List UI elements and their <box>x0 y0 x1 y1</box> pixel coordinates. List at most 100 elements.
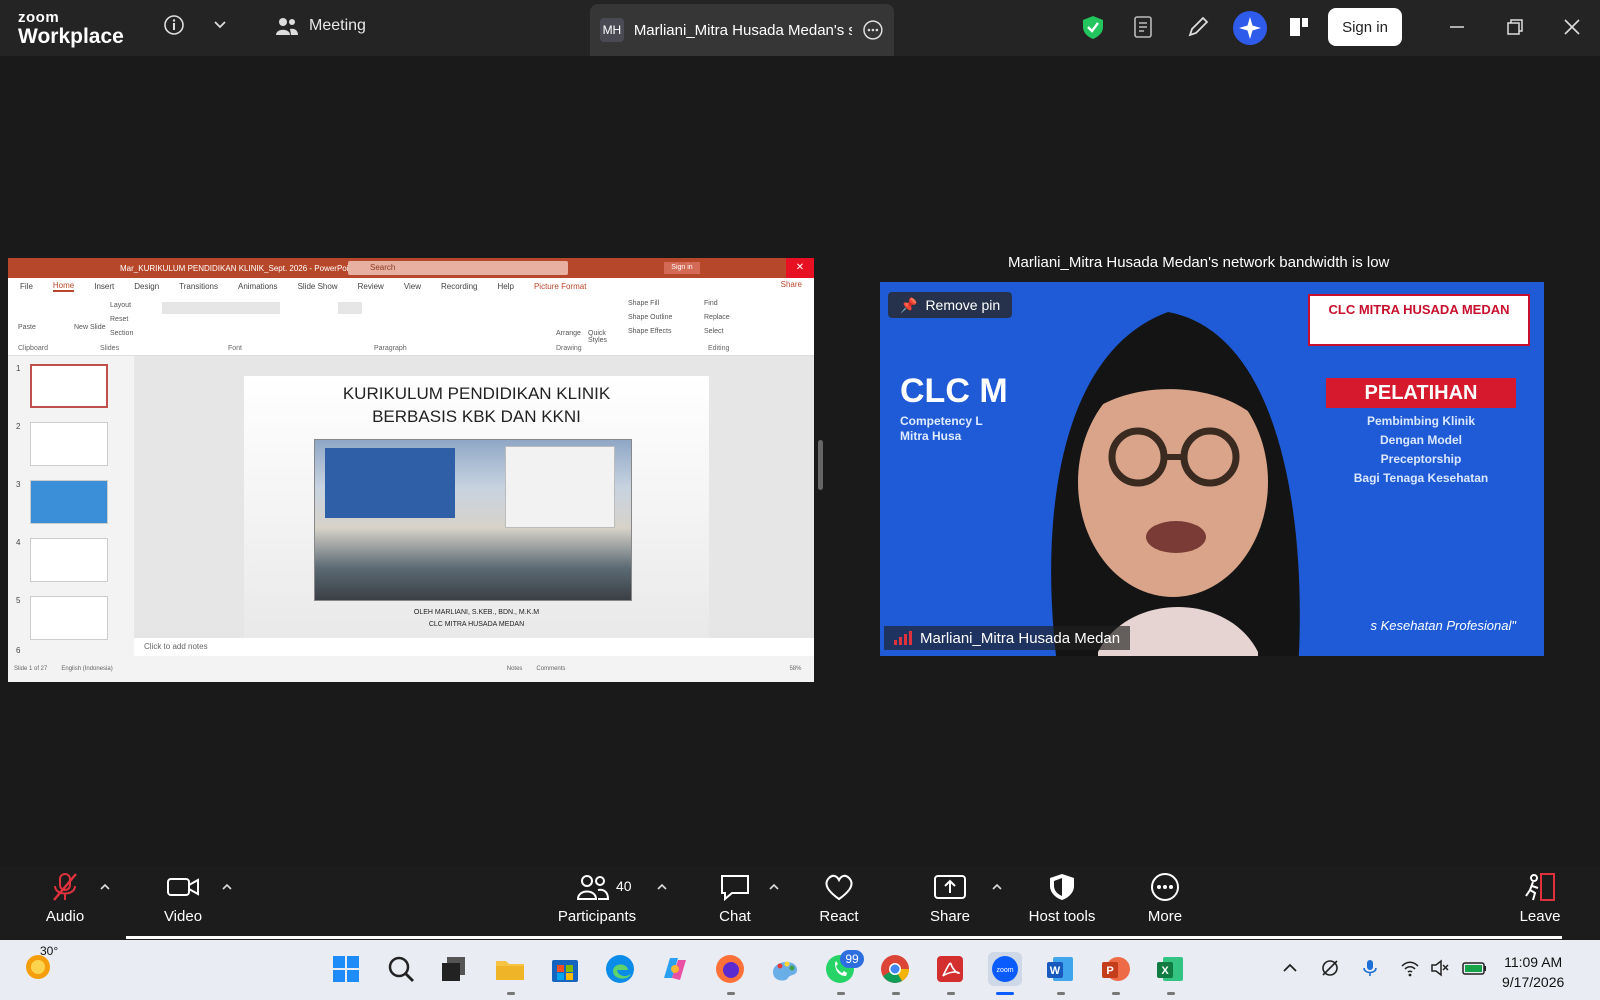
ribbon-new-slide[interactable]: New Slide <box>74 324 106 331</box>
ppt-share-button[interactable]: Share <box>781 280 802 289</box>
wifi-icon[interactable] <box>1400 958 1420 978</box>
minimize-icon[interactable] <box>1446 16 1468 38</box>
acrobat-icon[interactable] <box>933 952 967 986</box>
sign-in-button[interactable]: Sign in <box>1328 8 1402 46</box>
slide-thumbnail-2[interactable] <box>30 422 108 466</box>
brand-top: zoom <box>18 9 60 26</box>
zoom-icon[interactable]: zoom <box>988 952 1022 986</box>
slide-thumbnail-1[interactable] <box>30 364 108 408</box>
notes-icon[interactable] <box>1131 14 1157 40</box>
ribbon-find[interactable]: Find <box>704 300 718 307</box>
excel-icon[interactable]: X <box>1153 952 1187 986</box>
react-button[interactable]: React <box>814 872 864 925</box>
whiteboard-pen-icon[interactable] <box>1185 14 1211 40</box>
clock-time: 11:09 AM <box>1504 954 1563 970</box>
close-icon[interactable] <box>1561 16 1583 38</box>
ppt-menu-review[interactable]: Review <box>358 282 384 291</box>
microsoft-store-icon[interactable] <box>548 952 582 986</box>
current-slide[interactable]: KURIKULUM PENDIDIKAN KLINIK BERBASIS KBK… <box>244 376 709 638</box>
ribbon-reset[interactable]: Reset <box>110 316 128 323</box>
task-view-icon[interactable] <box>437 952 471 986</box>
font-name-field[interactable] <box>162 302 280 314</box>
show-hidden-icons-icon[interactable] <box>1280 958 1300 978</box>
notes-pane[interactable]: Click to add notes <box>134 638 814 656</box>
file-explorer-icon[interactable] <box>493 952 527 986</box>
firefox-icon[interactable] <box>713 952 747 986</box>
share-button[interactable]: Share <box>925 872 975 925</box>
leave-button[interactable]: Leave <box>1516 872 1564 925</box>
ppt-search-box[interactable]: Search <box>348 261 568 275</box>
share-options-caret-icon[interactable] <box>990 880 1004 894</box>
network-off-icon[interactable] <box>1320 958 1340 978</box>
ribbon-section[interactable]: Section <box>110 330 133 337</box>
split-view-handle[interactable] <box>818 440 823 490</box>
ribbon-shape-outline[interactable]: Shape Outline <box>628 314 672 321</box>
ribbon-quick-styles[interactable]: Quick Styles <box>588 330 616 344</box>
shield-check-icon[interactable] <box>1080 14 1106 40</box>
start-icon[interactable] <box>329 952 363 986</box>
video-options-caret-icon[interactable] <box>220 880 234 894</box>
audio-options-caret-icon[interactable] <box>98 880 112 894</box>
speaker-muted-icon[interactable] <box>1430 958 1450 978</box>
ppt-menu-view[interactable]: View <box>404 282 421 291</box>
status-zoom-level[interactable]: 58% <box>789 666 801 672</box>
ribbon-paste[interactable]: Paste <box>18 324 36 331</box>
ppt-menu-file[interactable]: File <box>20 282 33 291</box>
search-icon[interactable] <box>384 952 418 986</box>
ppt-menu-insert[interactable]: Insert <box>94 282 114 291</box>
remove-pin-button[interactable]: 📌 Remove pin <box>888 292 1013 318</box>
more-options-icon[interactable] <box>862 19 884 41</box>
slide-thumbnail-5[interactable] <box>30 596 108 640</box>
ribbon-shape-fill[interactable]: Shape Fill <box>628 300 659 307</box>
slide-thumbnail-3[interactable] <box>30 480 108 524</box>
edge-icon[interactable] <box>603 952 637 986</box>
ppt-menu-help[interactable]: Help <box>498 282 514 291</box>
ai-companion-icon[interactable] <box>1232 10 1268 46</box>
status-language: English (Indonesia) <box>61 666 113 672</box>
ppt-menu-design[interactable]: Design <box>134 282 159 291</box>
ribbon-select[interactable]: Select <box>704 328 723 335</box>
ppt-menu-recording[interactable]: Recording <box>441 282 477 291</box>
system-clock[interactable]: 11:09 AM 9/17/2026 <box>1502 952 1564 992</box>
ribbon-replace[interactable]: Replace <box>704 314 730 321</box>
status-comments-button[interactable]: Comments <box>536 666 565 672</box>
powerpoint-icon[interactable]: P <box>1098 952 1132 986</box>
ppt-close-icon[interactable]: ✕ <box>786 258 814 278</box>
info-icon[interactable] <box>163 14 185 36</box>
slide-photo[interactable] <box>314 439 632 601</box>
audio-button[interactable]: Audio <box>40 872 90 925</box>
video-button[interactable]: Video <box>158 872 208 925</box>
chat-options-caret-icon[interactable] <box>767 880 781 894</box>
chrome-icon[interactable] <box>878 952 912 986</box>
copilot-icon[interactable] <box>658 952 692 986</box>
meeting-tab[interactable]: MH Marliani_Mitra Husada Medan's sc <box>590 4 894 56</box>
participants-options-caret-icon[interactable] <box>655 880 669 894</box>
ppt-menu-home[interactable]: Home <box>52 281 75 292</box>
ribbon-arrange[interactable]: Arrange <box>556 330 581 337</box>
chevron-down-icon[interactable] <box>212 16 228 32</box>
ppt-menu-slide-show[interactable]: Slide Show <box>298 282 338 291</box>
restore-icon[interactable] <box>1504 16 1526 38</box>
more-button[interactable]: More <box>1140 872 1190 925</box>
ribbon-shape-effects[interactable]: Shape Effects <box>628 328 671 335</box>
ppt-menu-picture-format[interactable]: Picture Format <box>534 282 586 291</box>
ribbon-layout[interactable]: Layout <box>110 302 131 309</box>
host-tools-button[interactable]: Host tools <box>1022 872 1102 925</box>
ppt-sign-in-button[interactable]: Sign in <box>664 262 700 274</box>
shared-screen-powerpoint[interactable]: Mar_KURIKULUM PENDIDIKAN KLINIK_Sept. 20… <box>8 258 814 682</box>
thumb-number: 3 <box>16 480 21 489</box>
meeting-menu[interactable]: Meeting <box>275 16 366 36</box>
weather-widget[interactable]: 30° <box>24 944 58 982</box>
battery-charging-icon[interactable] <box>1462 958 1488 978</box>
bullets-control[interactable] <box>338 302 362 314</box>
slide-thumbnail-4[interactable] <box>30 538 108 582</box>
apps-panel-icon[interactable] <box>1286 14 1312 40</box>
status-notes-button[interactable]: Notes <box>507 666 523 672</box>
ppt-menu-transitions[interactable]: Transitions <box>179 282 218 291</box>
paint-icon[interactable] <box>768 952 802 986</box>
participant-video[interactable]: CLC M Competency L Mitra Husa CLC MITRA … <box>880 282 1544 656</box>
microphone-in-use-icon[interactable] <box>1360 958 1380 978</box>
chat-button[interactable]: Chat <box>710 872 760 925</box>
word-icon[interactable]: W <box>1043 952 1077 986</box>
ppt-menu-animations[interactable]: Animations <box>238 282 278 291</box>
